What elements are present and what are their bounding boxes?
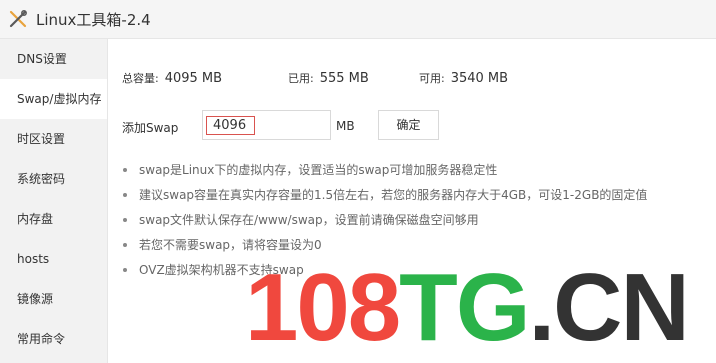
tools-icon (9, 10, 27, 28)
tip-item: OVZ虚拟架构机器不支持swap (122, 261, 647, 286)
sidebar-item-ramdisk[interactable]: 内存盘 (0, 199, 107, 239)
total-capacity-value: 4095 MB (164, 71, 223, 86)
sidebar-item-hosts[interactable]: hosts (0, 239, 107, 279)
sidebar-item-dns[interactable]: DNS设置 (0, 39, 107, 79)
window-title: Linux工具箱-2.4 (36, 10, 151, 29)
total-capacity: 总容量: 4095 MB (122, 70, 222, 86)
sidebar-item-swap[interactable]: Swap/虚拟内存 (0, 79, 107, 119)
swap-size-value[interactable]: 4096 (206, 116, 255, 135)
sidebar-item-password[interactable]: 系统密码 (0, 159, 107, 199)
swap-size-input[interactable]: 4096 (202, 110, 331, 140)
swap-panel: 总容量: 4095 MB 已用: 555 MB 可用: 3540 MB 添加Swap … (107, 39, 716, 363)
swap-size-unit: MB (336, 119, 355, 133)
free-memory-value: 3540 MB (450, 71, 509, 86)
title-bar: Linux工具箱-2.4 (0, 0, 716, 39)
sidebar-item-commands[interactable]: 常用命令 (0, 319, 107, 359)
sidebar-item-mirror[interactable]: 镜像源 (0, 279, 107, 319)
confirm-button[interactable]: 确定 (378, 110, 439, 140)
tips-list: swap是Linux下的虚拟内存，设置适当的swap可增加服务器稳定性 建议sw… (122, 161, 647, 286)
sidebar: DNS设置 Swap/虚拟内存 时区设置 系统密码 内存盘 hosts 镜像源 … (0, 39, 108, 363)
tip-item: swap文件默认保存在/www/swap，设置前请确保磁盘空间够用 (122, 211, 647, 236)
used-memory-value: 555 MB (319, 71, 369, 86)
sidebar-item-timezone[interactable]: 时区设置 (0, 119, 107, 159)
tip-item: swap是Linux下的虚拟内存，设置适当的swap可增加服务器稳定性 (122, 161, 647, 186)
used-memory: 已用: 555 MB (288, 70, 369, 86)
tip-item: 建议swap容量在真实内存容量的1.5倍左右，若您的服务器内存大于4GB，可设1… (122, 186, 647, 211)
tip-item: 若您不需要swap，请将容量设为0 (122, 236, 647, 261)
used-memory-label: 已用: (288, 72, 314, 85)
total-capacity-label: 总容量: (122, 72, 159, 85)
swap-size-label: 添加Swap (122, 121, 179, 135)
free-memory-label: 可用: (419, 72, 445, 85)
free-memory: 可用: 3540 MB (419, 70, 508, 86)
